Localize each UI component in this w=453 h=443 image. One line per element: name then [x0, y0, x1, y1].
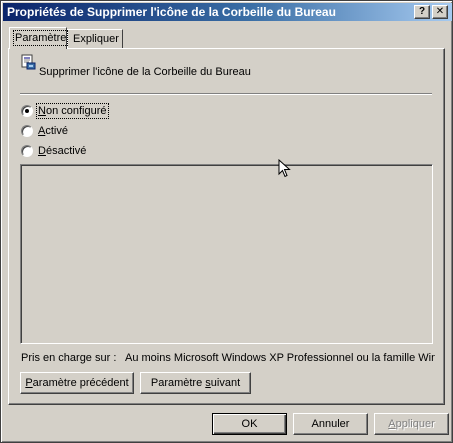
settings-area: [20, 164, 433, 344]
separator: [20, 93, 432, 95]
option-not-configured[interactable]: Non configuré: [21, 103, 109, 119]
radio-not-configured[interactable]: [21, 105, 33, 117]
policy-name: Supprimer l'icône de la Corbeille du Bur…: [39, 66, 251, 78]
option-enabled[interactable]: Activé: [21, 125, 68, 137]
supported-on-label: Pris en charge sur :: [21, 352, 117, 364]
window-title: Propriétés de Supprimer l'icône de la Co…: [7, 5, 336, 19]
mouse-pointer-icon: [278, 159, 291, 178]
radio-enabled[interactable]: [21, 125, 33, 137]
supported-on-value: Au moins Microsoft Windows XP Profession…: [125, 352, 435, 364]
ok-button[interactable]: OK: [212, 413, 287, 435]
mnemonic-p: P: [25, 377, 33, 389]
previous-setting-button[interactable]: Paramètre précédent: [20, 372, 134, 394]
label-rest: uivant: [210, 377, 241, 389]
tab-expliquer-label: Expliquer: [73, 33, 119, 45]
mnemonic-d: D: [38, 145, 46, 157]
mnemonic-a: A: [388, 418, 396, 430]
option-disabled[interactable]: Désactivé: [21, 145, 86, 157]
close-icon: ✕: [435, 6, 445, 17]
mnemonic-n: N: [38, 105, 46, 117]
tab-expliquer[interactable]: Expliquer: [67, 29, 123, 48]
properties-dialog: Propriétés de Supprimer l'icône de la Co…: [0, 0, 453, 443]
apply-button[interactable]: Appliquer: [374, 413, 449, 435]
label-rest: aramètre précédent: [32, 377, 129, 389]
label-rest: ppliquer: [395, 418, 435, 430]
tab-parametre[interactable]: Paramètre: [9, 27, 69, 49]
title-bar[interactable]: Propriétés de Supprimer l'icône de la Co…: [3, 3, 452, 21]
policy-setting-icon: [21, 54, 36, 70]
help-icon: ?: [418, 6, 426, 17]
radio-disabled[interactable]: [21, 145, 33, 157]
option-enabled-label: Activé: [38, 125, 68, 137]
label-rest: on configuré: [45, 105, 107, 117]
option-disabled-label: Désactivé: [38, 145, 86, 157]
option-not-configured-label: Non configuré: [36, 103, 109, 119]
label-rest: ctivé: [45, 125, 68, 137]
tab-parametre-label: Paramètre: [12, 30, 69, 46]
cancel-button[interactable]: Annuler: [293, 413, 368, 435]
close-button[interactable]: ✕: [432, 5, 448, 19]
help-button[interactable]: ?: [414, 5, 430, 19]
label-prefix: Paramètre: [150, 377, 206, 389]
label-rest: ésactivé: [45, 145, 87, 157]
next-setting-button[interactable]: Paramètre s uivant: [140, 372, 251, 394]
